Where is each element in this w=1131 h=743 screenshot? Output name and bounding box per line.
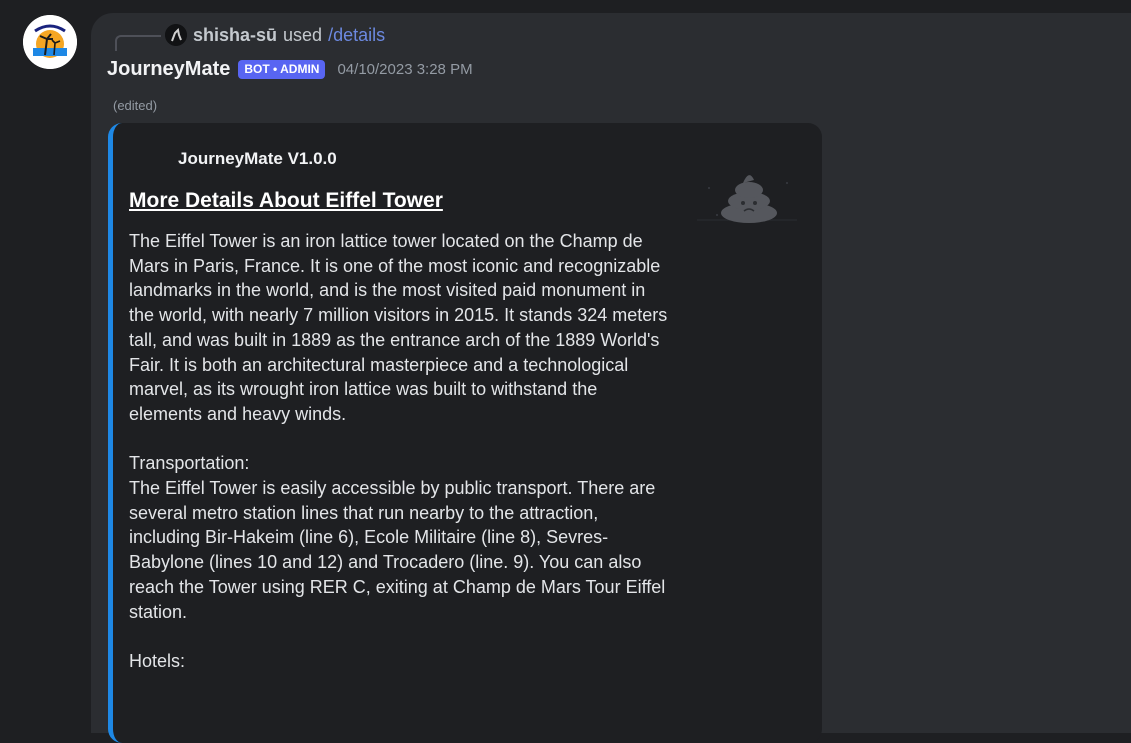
- poop-icon: [697, 175, 797, 223]
- embed-title[interactable]: More Details About Eiffel Tower: [129, 189, 443, 213]
- transport-paragraph: The Eiffel Tower is easily accessible by…: [129, 478, 666, 622]
- author-username[interactable]: JourneyMate: [107, 58, 230, 81]
- hotels-heading: Hotels:: [129, 650, 186, 671]
- reply-used-text: used: [283, 24, 323, 45]
- bot-avatar[interactable]: [23, 15, 77, 69]
- reply-context[interactable]: shisha-sū used /details: [165, 24, 385, 46]
- reply-username[interactable]: shisha-sū: [193, 25, 277, 46]
- bot-admin-badge: BOT • ADMIN: [238, 59, 326, 79]
- reply-connector: [115, 35, 161, 51]
- description-paragraph: The Eiffel Tower is an iron lattice towe…: [129, 231, 668, 424]
- journeymate-logo-icon: [23, 15, 77, 69]
- embed-description: The Eiffel Tower is an iron lattice towe…: [129, 229, 669, 674]
- embed-card: JourneyMate V1.0.0 More Details About Ei…: [108, 123, 822, 743]
- user-avatar-icon: [165, 24, 187, 46]
- user-avatar[interactable]: [165, 24, 187, 46]
- embed-thumbnail[interactable]: [691, 163, 803, 227]
- slash-command-link[interactable]: /details: [328, 25, 385, 46]
- message-header: JourneyMate BOT • ADMIN 04/10/2023 3:28 …: [107, 56, 473, 82]
- embed-author: JourneyMate V1.0.0: [178, 149, 337, 168]
- edited-label: (edited): [113, 98, 158, 113]
- message-timestamp: 04/10/2023 3:28 PM: [337, 60, 473, 78]
- transport-heading: Transportation:: [129, 453, 250, 474]
